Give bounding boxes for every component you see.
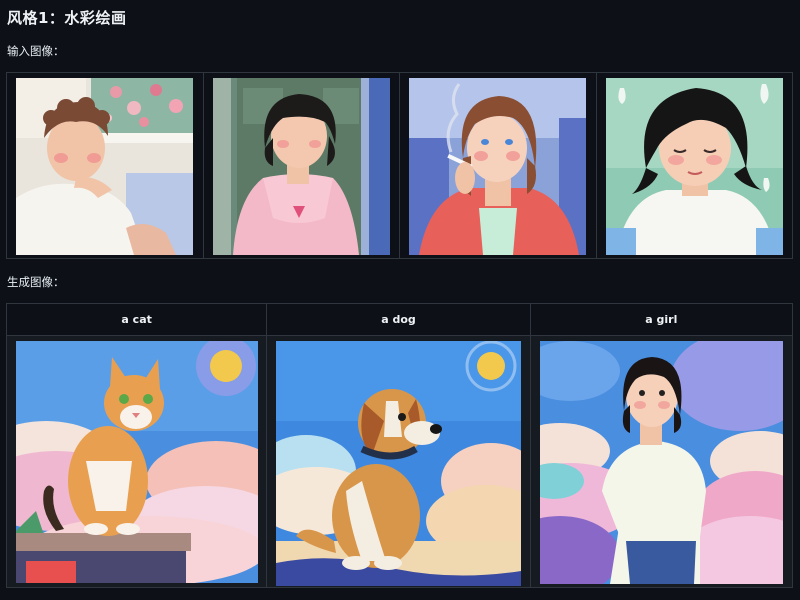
input-image-cell [6,72,204,259]
input-image-woman-doorway [212,78,390,255]
output-image-girl [539,341,783,584]
input-image-woman-smoking [409,78,587,255]
output-image-cell [266,335,531,588]
input-image-girl-eyes-closed [606,78,784,255]
column-header-girl: a girl [529,303,794,336]
input-images-label: 输入图像： [7,44,65,58]
input-image-cell [596,72,793,259]
output-image-cell [5,335,268,588]
input-image-boy [16,78,193,255]
input-image-cell [399,72,598,259]
output-image-dog [276,341,522,586]
input-image-cell [202,72,401,259]
column-header-cat: a cat [5,303,268,336]
output-images-table: a cat a dog a girl [5,303,794,588]
output-images-label: 生成图像： [7,275,65,289]
output-image-cat [16,341,258,583]
output-image-cell [529,335,794,588]
section-title: 风格1：水彩绘画 [7,9,127,27]
input-images-table [6,72,793,259]
column-header-dog: a dog [266,303,531,336]
